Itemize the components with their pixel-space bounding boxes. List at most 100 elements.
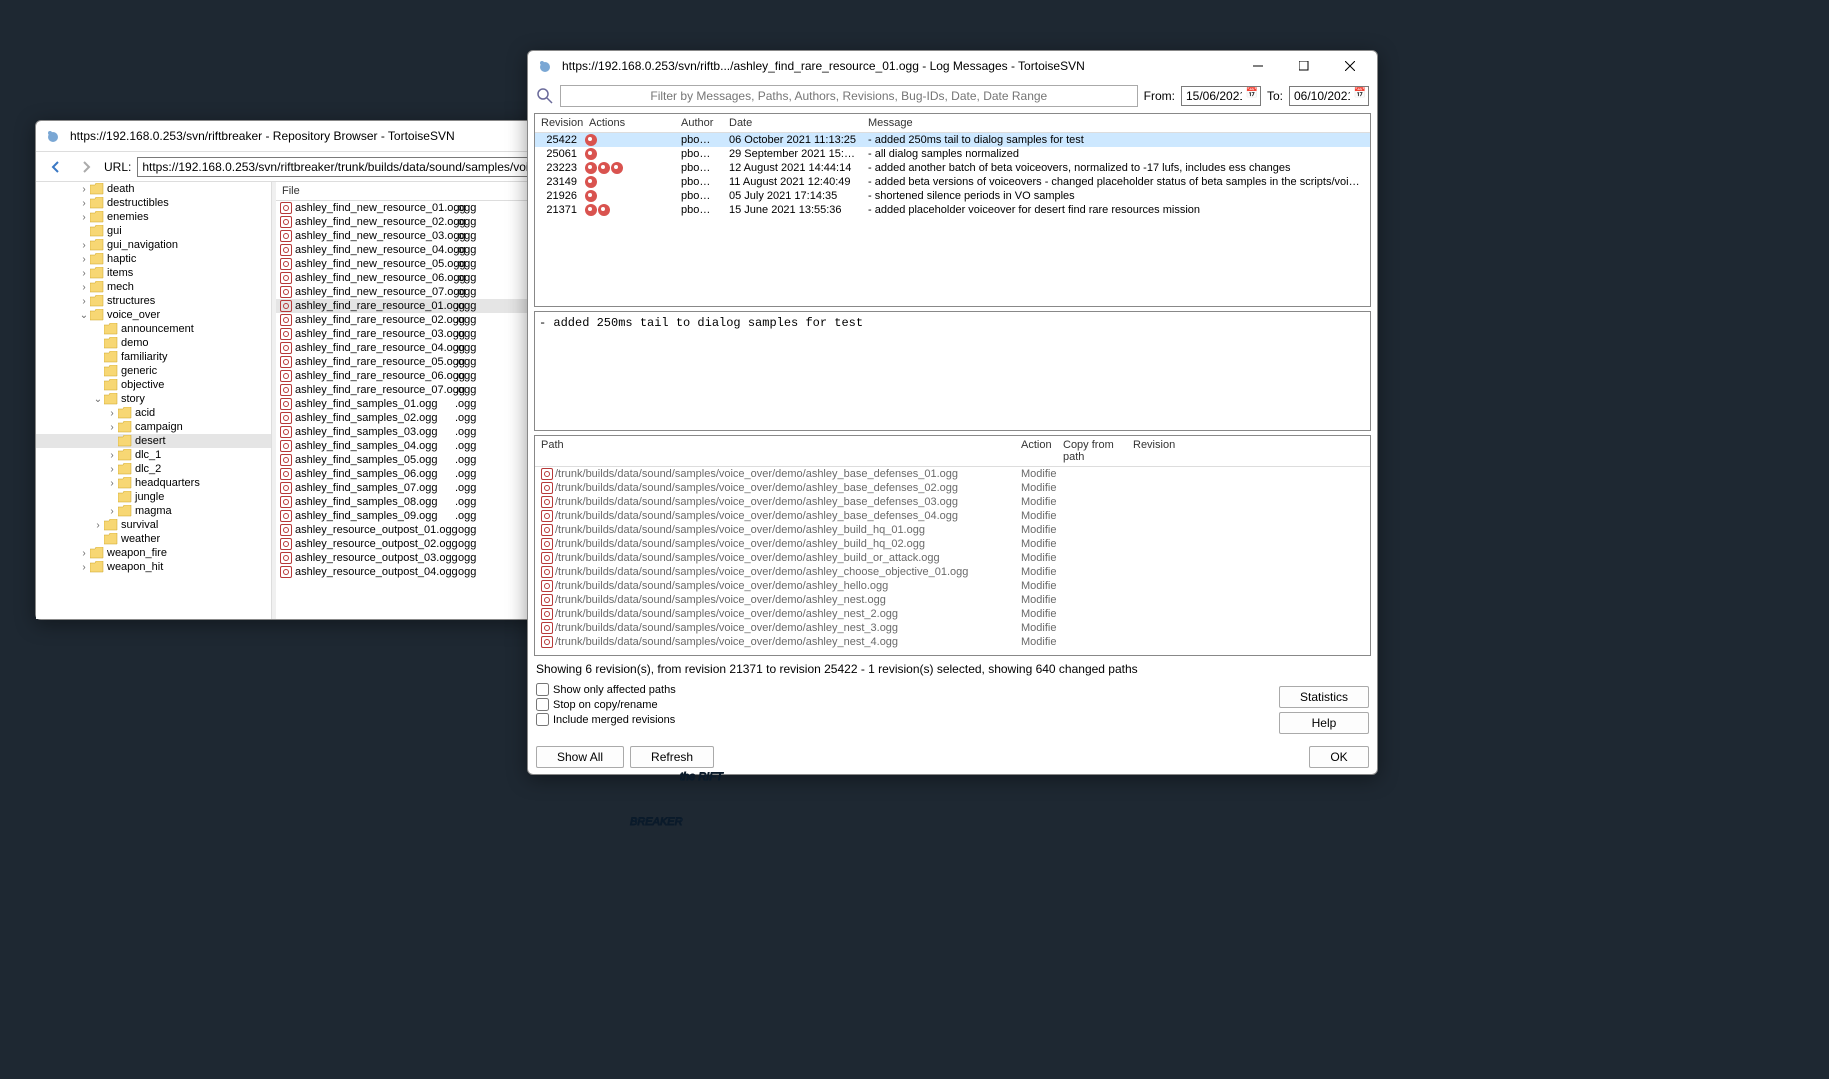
titlebar[interactable]: https://192.168.0.253/svn/riftb.../ashle… (528, 51, 1377, 81)
path-row[interactable]: /trunk/builds/data/sound/samples/voice_o… (535, 495, 1370, 509)
from-date-input[interactable] (1181, 86, 1261, 106)
message-detail[interactable]: - added 250ms tail to dialog samples for… (534, 311, 1371, 431)
path-table[interactable]: Path Action Copy from path Revision /tru… (534, 435, 1371, 656)
tree-item-survival[interactable]: ›survival (36, 518, 271, 532)
back-button[interactable] (44, 155, 68, 179)
tree-item-announcement[interactable]: announcement (36, 322, 271, 336)
path-row[interactable]: /trunk/builds/data/sound/samples/voice_o… (535, 467, 1370, 481)
tree-item-generic[interactable]: generic (36, 364, 271, 378)
tree-item-jungle[interactable]: jungle (36, 490, 271, 504)
to-date-input[interactable] (1289, 86, 1369, 106)
col-path[interactable]: Path (535, 436, 1015, 466)
statistics-button[interactable]: Statistics (1279, 686, 1369, 708)
close-button[interactable] (1327, 51, 1373, 81)
expander-icon[interactable]: › (78, 212, 90, 223)
path-row[interactable]: /trunk/builds/data/sound/samples/voice_o… (535, 523, 1370, 537)
path-row[interactable]: /trunk/builds/data/sound/samples/voice_o… (535, 551, 1370, 565)
expander-icon[interactable]: › (106, 408, 118, 419)
tree-item-campaign[interactable]: ›campaign (36, 420, 271, 434)
expander-icon[interactable]: › (78, 198, 90, 209)
col-revision[interactable]: Revision (1127, 436, 1177, 466)
expander-icon[interactable]: › (106, 506, 118, 517)
col-copy-from[interactable]: Copy from path (1057, 436, 1127, 466)
expander-icon[interactable]: › (78, 282, 90, 293)
col-revision[interactable]: Revision (535, 114, 583, 132)
revision-row[interactable]: 21926pbomak05 July 2021 17:14:35- shorte… (535, 189, 1370, 203)
cb-affected-paths[interactable]: Show only affected paths (536, 682, 1263, 697)
path-row[interactable]: /trunk/builds/data/sound/samples/voice_o… (535, 607, 1370, 621)
minimize-button[interactable] (1235, 51, 1281, 81)
tree-item-weapon_hit[interactable]: ›weapon_hit (36, 560, 271, 574)
folder-icon (118, 463, 132, 475)
path-row[interactable]: /trunk/builds/data/sound/samples/voice_o… (535, 621, 1370, 635)
revision-table[interactable]: Revision Actions Author Date Message 254… (534, 113, 1371, 307)
tree-item-weapon_fire[interactable]: ›weapon_fire (36, 546, 271, 560)
cb-include-merged[interactable]: Include merged revisions (536, 712, 1263, 727)
expander-icon[interactable]: › (78, 254, 90, 265)
expander-icon[interactable]: › (78, 268, 90, 279)
tree-item-demo[interactable]: demo (36, 336, 271, 350)
tree-item-weather[interactable]: weather (36, 532, 271, 546)
expander-icon[interactable]: › (106, 464, 118, 475)
tree-item-gui_navigation[interactable]: ›gui_navigation (36, 238, 271, 252)
expander-icon[interactable]: › (106, 422, 118, 433)
tree-item-dlc_1[interactable]: ›dlc_1 (36, 448, 271, 462)
tree-item-familiarity[interactable]: familiarity (36, 350, 271, 364)
expander-icon[interactable]: › (78, 296, 90, 307)
tree-item-desert[interactable]: desert (36, 434, 271, 448)
tree-item-gui[interactable]: gui (36, 224, 271, 238)
cell-path: /trunk/builds/data/sound/samples/voice_o… (535, 594, 1015, 606)
tree-item-death[interactable]: ›death (36, 182, 271, 196)
path-row[interactable]: /trunk/builds/data/sound/samples/voice_o… (535, 579, 1370, 593)
expander-icon[interactable]: ⌄ (78, 310, 90, 321)
expander-icon[interactable]: › (78, 240, 90, 251)
col-actions[interactable]: Actions (583, 114, 675, 132)
col-message[interactable]: Message (862, 114, 1370, 132)
tree-item-voice_over[interactable]: ⌄voice_over (36, 308, 271, 322)
col-date[interactable]: Date (723, 114, 862, 132)
forward-button[interactable] (74, 155, 98, 179)
tree-item-mech[interactable]: ›mech (36, 280, 271, 294)
tree-item-destructibles[interactable]: ›destructibles (36, 196, 271, 210)
file-name: ashley_find_rare_resource_04.ogg (295, 342, 455, 354)
show-all-button[interactable]: Show All (536, 746, 624, 768)
path-row[interactable]: /trunk/builds/data/sound/samples/voice_o… (535, 565, 1370, 579)
tree-item-dlc_2[interactable]: ›dlc_2 (36, 462, 271, 476)
revision-row[interactable]: 21371pbomak15 June 2021 13:55:36- added … (535, 203, 1370, 217)
expander-icon[interactable]: › (106, 450, 118, 461)
col-file[interactable]: File (276, 182, 446, 200)
path-row[interactable]: /trunk/builds/data/sound/samples/voice_o… (535, 593, 1370, 607)
filter-input[interactable] (560, 85, 1138, 107)
revision-row[interactable]: 25422pbomak06 October 2021 11:13:25- add… (535, 133, 1370, 147)
path-row[interactable]: /trunk/builds/data/sound/samples/voice_o… (535, 635, 1370, 649)
tree-item-headquarters[interactable]: ›headquarters (36, 476, 271, 490)
tree-item-enemies[interactable]: ›enemies (36, 210, 271, 224)
col-author[interactable]: Author (675, 114, 723, 132)
tree-item-story[interactable]: ⌄story (36, 392, 271, 406)
tree-panel[interactable]: ›death›destructibles›enemiesgui›gui_navi… (36, 182, 272, 619)
revision-row[interactable]: 25061pbomak29 September 2021 15:02:50- a… (535, 147, 1370, 161)
tree-item-objective[interactable]: objective (36, 378, 271, 392)
expander-icon[interactable]: › (78, 548, 90, 559)
path-row[interactable]: /trunk/builds/data/sound/samples/voice_o… (535, 481, 1370, 495)
tree-item-magma[interactable]: ›magma (36, 504, 271, 518)
revision-row[interactable]: 23223pbomak12 August 2021 14:44:14- adde… (535, 161, 1370, 175)
revision-row[interactable]: 23149pbomak11 August 2021 12:40:49- adde… (535, 175, 1370, 189)
cb-stop-on-copy[interactable]: Stop on copy/rename (536, 697, 1263, 712)
tree-item-structures[interactable]: ›structures (36, 294, 271, 308)
path-row[interactable]: /trunk/builds/data/sound/samples/voice_o… (535, 537, 1370, 551)
ok-button[interactable]: OK (1309, 746, 1369, 768)
expander-icon[interactable]: › (106, 478, 118, 489)
maximize-button[interactable] (1281, 51, 1327, 81)
help-button[interactable]: Help (1279, 712, 1369, 734)
col-action[interactable]: Action (1015, 436, 1057, 466)
path-row[interactable]: /trunk/builds/data/sound/samples/voice_o… (535, 509, 1370, 523)
expander-icon[interactable]: › (78, 184, 90, 195)
tree-item-haptic[interactable]: ›haptic (36, 252, 271, 266)
expander-icon[interactable]: › (92, 520, 104, 531)
expander-icon[interactable]: ⌄ (92, 394, 104, 405)
refresh-button[interactable]: Refresh (630, 746, 714, 768)
expander-icon[interactable]: › (78, 562, 90, 573)
tree-item-items[interactable]: ›items (36, 266, 271, 280)
tree-item-acid[interactable]: ›acid (36, 406, 271, 420)
